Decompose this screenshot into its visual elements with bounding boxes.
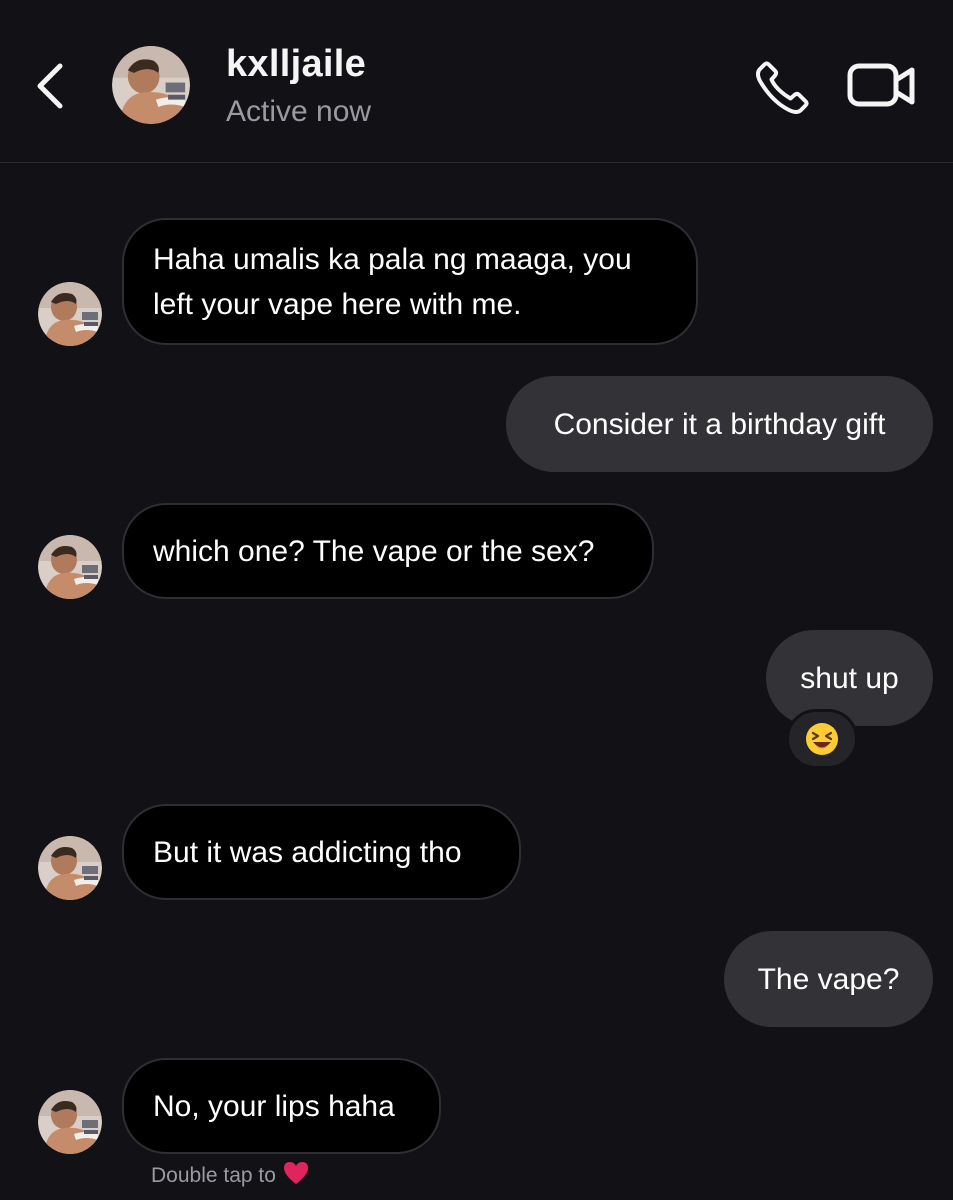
video-camera-icon[interactable] <box>846 60 918 112</box>
active-status: Active now <box>226 95 372 128</box>
avatar[interactable] <box>38 535 102 599</box>
message-text: No, your lips haha <box>153 1089 395 1123</box>
message-text-line: left your vape here with me. <box>153 287 522 321</box>
message-text: The vape? <box>757 962 900 996</box>
incoming-message-bubble[interactable]: Haha umalis ka pala ng maaga, you left y… <box>122 218 698 345</box>
message-text: But it was addicting tho <box>153 835 462 869</box>
outgoing-message-bubble[interactable]: Consider it a birthday gift <box>506 376 933 472</box>
message-text: shut up <box>800 661 899 695</box>
laughing-emoji-icon <box>806 723 838 755</box>
chat-header: kxlljaile Active now <box>0 0 953 163</box>
message-text-line: Haha umalis ka pala ng maaga, you <box>153 242 632 276</box>
outgoing-message-bubble[interactable]: shut up <box>766 630 933 726</box>
avatar[interactable] <box>112 46 190 124</box>
message-reaction[interactable] <box>786 709 858 769</box>
double-tap-hint: Double tap to <box>151 1160 310 1192</box>
chat-screen: kxlljaile Active now Haha umalis ka pala… <box>0 0 953 1200</box>
avatar[interactable] <box>38 282 102 346</box>
heart-icon <box>282 1160 310 1192</box>
incoming-message-bubble[interactable]: But it was addicting tho <box>122 804 521 900</box>
avatar[interactable] <box>38 836 102 900</box>
incoming-message-bubble[interactable]: which one? The vape or the sex? <box>122 503 654 599</box>
message-text: which one? The vape or the sex? <box>153 534 595 568</box>
avatar[interactable] <box>38 1090 102 1154</box>
chevron-left-icon[interactable] <box>28 58 72 114</box>
phone-icon[interactable] <box>752 58 812 118</box>
incoming-message-bubble[interactable]: No, your lips haha <box>122 1058 441 1154</box>
contact-username[interactable]: kxlljaile <box>226 43 366 86</box>
outgoing-message-bubble[interactable]: The vape? <box>724 931 933 1027</box>
message-text: Consider it a birthday gift <box>553 407 886 441</box>
hint-text: Double tap to <box>151 1164 276 1187</box>
